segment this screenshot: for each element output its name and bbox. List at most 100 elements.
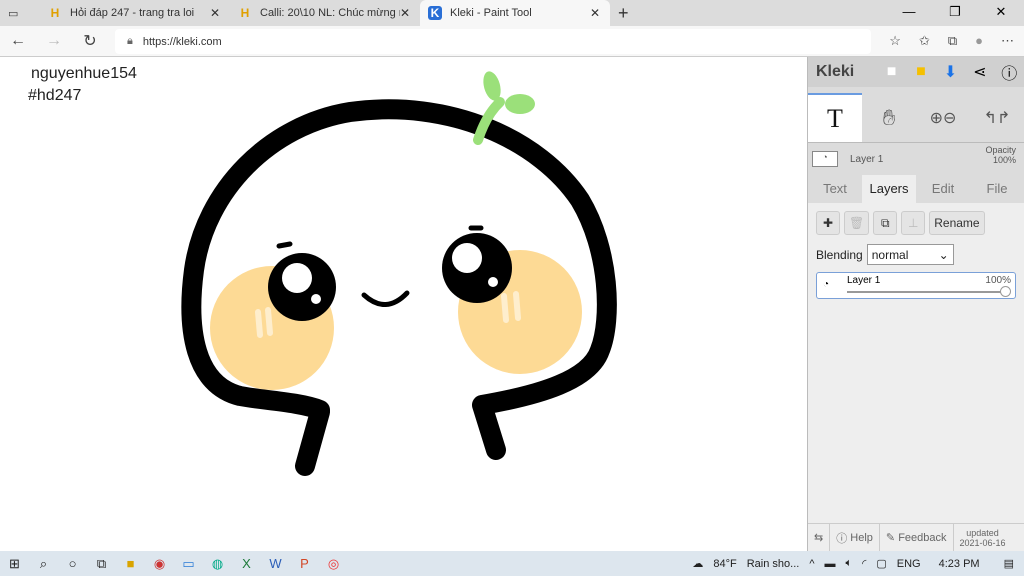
app-icon[interactable]: ◉ xyxy=(145,556,174,572)
left-arm xyxy=(295,402,330,476)
tab-label: Kleki - Paint Tool xyxy=(450,7,532,19)
layer-thumbnail: ◔ xyxy=(823,279,830,290)
chrome-icon[interactable]: ◎ xyxy=(319,556,348,572)
weather-icon: ☁ xyxy=(692,558,704,570)
add-layer-button[interactable]: ✚ xyxy=(816,211,840,235)
site-icon: H xyxy=(240,6,250,20)
search-icon[interactable]: ⌕ xyxy=(29,556,58,572)
word-icon[interactable]: W xyxy=(261,556,290,571)
help-icon[interactable]: ⓘ xyxy=(995,60,1024,84)
weather-temp[interactable]: 84°F xyxy=(713,558,736,570)
sprout-leaf xyxy=(505,94,535,114)
forward-button[interactable]: → xyxy=(36,32,72,50)
duplicate-layer-button[interactable]: ⧉ xyxy=(873,211,898,235)
chevron-down-icon: ⌄ xyxy=(938,247,949,262)
tab-layers[interactable]: Layers xyxy=(862,175,916,203)
download-icon[interactable]: ⬇ xyxy=(936,62,965,82)
maximize-button[interactable]: ❐ xyxy=(932,0,978,24)
delete-layer-button[interactable]: 🗑︎ xyxy=(844,211,870,235)
rename-button[interactable]: Rename xyxy=(929,211,985,235)
meet-icon[interactable]: ▢ xyxy=(876,557,886,570)
taskbar: ⊞ ⌕ ○ ⧉ ■ ◉ ▭ ◍ X W P ◎ ☁ 84°F Rain sho.… xyxy=(0,551,1024,576)
close-icon[interactable]: ✕ xyxy=(590,6,600,20)
tab-hoidap[interactable]: H Hỏi đáp 247 - trang tra loi ✕ xyxy=(40,0,230,26)
mouth xyxy=(361,290,410,307)
updated-label: updated xyxy=(966,527,999,538)
site-icon: H xyxy=(50,6,60,20)
edge-icon[interactable]: ◍ xyxy=(203,556,232,572)
drawing xyxy=(181,71,617,476)
tab-kleki[interactable]: K Kleki - Paint Tool ✕ xyxy=(420,0,610,26)
url-input[interactable]: 🔒︎ https://kleki.com xyxy=(115,29,871,54)
new-tab-button[interactable]: + xyxy=(610,0,640,26)
zoom-icon[interactable]: ⊕⊖ xyxy=(916,93,970,142)
feedback-button[interactable]: ✎ Feedback xyxy=(880,523,954,552)
tab-label: Hỏi đáp 247 - trang tra loi xyxy=(70,7,195,19)
help-label: Help xyxy=(850,531,873,544)
collections-icon[interactable]: ⧉ xyxy=(948,33,957,49)
updated-date: 2021-06-16 xyxy=(959,537,1006,548)
feedback-label: Feedback xyxy=(898,531,947,544)
kleki-icon: K xyxy=(428,6,442,20)
layer-opacity: 100% xyxy=(985,275,1011,286)
clock[interactable]: 4:23 PM xyxy=(939,558,980,570)
url-text: https://kleki.com xyxy=(142,35,222,48)
refresh-button[interactable]: ↻ xyxy=(72,31,108,51)
share-icon[interactable]: ⋖ xyxy=(965,62,994,82)
powerpoint-icon[interactable]: P xyxy=(290,556,319,571)
start-icon[interactable]: ⊞ xyxy=(0,556,29,572)
tab-text[interactable]: Text xyxy=(808,175,862,203)
excel-icon[interactable]: X xyxy=(232,556,261,571)
tab-label: Calli: 20\10 NL: Chúc mừng ngày xyxy=(260,7,400,19)
language-indicator[interactable]: ENG xyxy=(897,558,921,570)
new-image-icon[interactable]: ■ xyxy=(877,63,906,81)
tab-file[interactable]: File xyxy=(970,175,1024,203)
minimize-button[interactable]: — xyxy=(886,0,932,24)
swap-side-icon[interactable]: ⇆ xyxy=(808,523,831,552)
lock-icon: 🔒︎ xyxy=(127,35,133,47)
profile-avatar[interactable]: ● xyxy=(975,33,983,49)
updated-info: updated 2021-06-16 xyxy=(954,524,1012,552)
text-tool[interactable]: T xyxy=(808,93,862,142)
blending-value: normal xyxy=(871,247,909,262)
file-explorer-icon[interactable]: ■ xyxy=(116,556,145,571)
chevron-up-icon[interactable]: ^ xyxy=(809,558,814,570)
kleki-logo: Kleki xyxy=(816,63,855,80)
weather-text[interactable]: Rain sho... xyxy=(747,558,800,570)
back-button[interactable]: ← xyxy=(0,32,36,50)
layer-name: Layer 1 xyxy=(847,275,881,286)
task-view-icon[interactable]: ⧉ xyxy=(87,556,116,572)
favorite-icon[interactable]: ☆ xyxy=(889,33,901,49)
layer-item[interactable]: ◔ Layer 1 100% xyxy=(816,272,1016,299)
blending-select[interactable]: normal ⌄ xyxy=(866,244,954,265)
notifications-icon[interactable]: ▤ xyxy=(1004,557,1014,570)
open-folder-icon[interactable]: ■ xyxy=(906,63,935,81)
favorites-icon[interactable]: ✩ xyxy=(919,33,930,49)
left-eyebrow xyxy=(276,241,293,249)
tab-actions-button[interactable]: ▭ xyxy=(0,0,40,26)
address-bar-row: ← → ↻ 🔒︎ https://kleki.com ☆ ✩ ⧉ ● ⋯ xyxy=(0,26,1024,57)
opacity-slider-handle[interactable] xyxy=(1000,286,1011,297)
opacity-value: 100% xyxy=(992,155,1016,165)
tab-bar: ▭ H Hỏi đáp 247 - trang tra loi ✕ H Calli: … xyxy=(0,0,1024,26)
close-icon[interactable]: ✕ xyxy=(210,6,220,20)
merge-down-button[interactable]: ⊥ xyxy=(901,211,926,235)
undo-redo-icon[interactable]: ↰↱ xyxy=(970,93,1024,142)
tab-edit[interactable]: Edit xyxy=(916,175,970,203)
drawing-canvas[interactable]: nguyenhue154 #hd247 xyxy=(0,57,807,551)
volume-icon[interactable]: 🔈︎ xyxy=(846,557,853,570)
tab-calli[interactable]: H Calli: 20\10 NL: Chúc mừng ngày✕ xyxy=(230,0,420,26)
pc-icon[interactable]: ▭ xyxy=(174,556,203,572)
wifi-icon[interactable]: ◜ xyxy=(862,557,866,570)
more-icon[interactable]: ⋯ xyxy=(1001,33,1014,49)
opacity-label: Opacity xyxy=(985,145,1016,155)
battery-icon[interactable]: ▬ xyxy=(825,558,836,570)
blending-label: Blending xyxy=(816,247,863,262)
close-window-button[interactable]: ✕ xyxy=(978,0,1024,24)
hand-tool-icon[interactable]: ✋︎ xyxy=(862,93,916,142)
cortana-icon[interactable]: ○ xyxy=(58,556,87,571)
opacity-slider[interactable] xyxy=(847,291,1005,293)
help-button[interactable]: ⓘ Help xyxy=(830,523,880,552)
close-icon[interactable]: ✕ xyxy=(400,6,410,20)
kleki-side-panel: Kleki ■ ■ ⬇ ⋖ ⓘ T ✋︎ ⊕⊖ ↰↱ ◔ Layer 1 Opa… xyxy=(807,57,1024,553)
